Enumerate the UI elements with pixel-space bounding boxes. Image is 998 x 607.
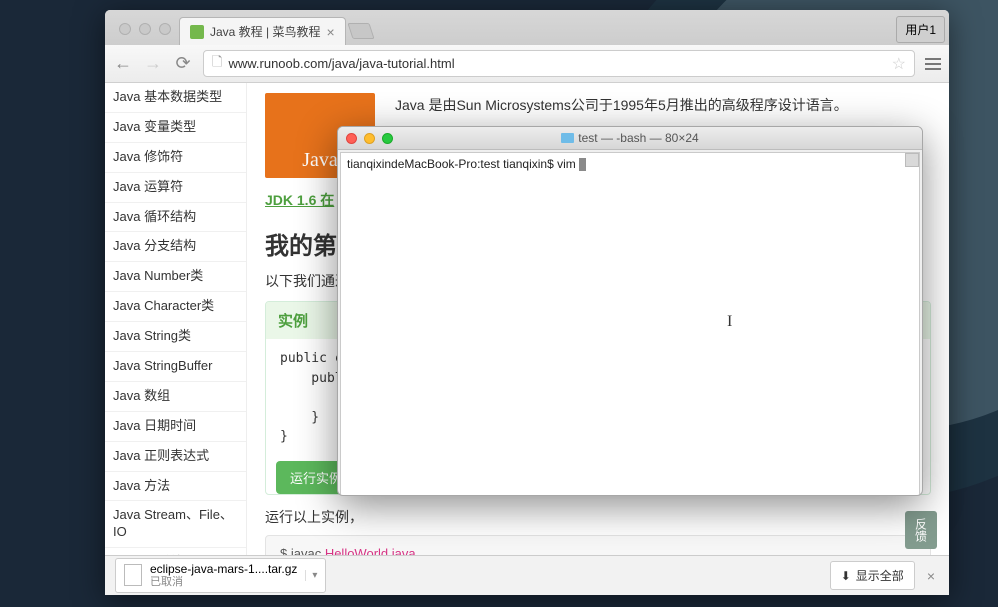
address-bar[interactable]: 🗋 www.runoob.com/java/java-tutorial.html… [203,50,915,77]
maximize-icon[interactable] [159,23,171,35]
cmd-prompt: $ javac [280,546,325,556]
maximize-icon[interactable] [382,133,393,144]
text-cursor-icon: I [727,313,732,331]
sidebar-item[interactable]: Java 方法 [105,472,246,502]
terminal-output-box: $ javac HelloWorld.java [265,535,931,556]
user-profile-button[interactable]: 用户1 [896,16,945,43]
result-text: 运行以上实例， [265,507,931,527]
browser-toolbar: ← → ⟳ 🗋 www.runoob.com/java/java-tutoria… [105,45,949,83]
minimize-icon[interactable] [364,133,375,144]
sidebar-item[interactable]: Java 日期时间 [105,412,246,442]
sidebar-item[interactable]: Java 正则表达式 [105,442,246,472]
sidebar-item[interactable]: Java 基本数据类型 [105,83,246,113]
terminal-traffic-lights[interactable] [346,133,393,144]
browser-tab[interactable]: Java 教程 | 菜鸟教程 × [179,17,346,45]
chevron-down-icon[interactable]: ▾ [305,570,317,581]
sidebar-item[interactable]: Java String类 [105,322,246,352]
terminal-window: test — -bash — 80×24 tianqixindeMacBook-… [337,126,923,496]
cmd-filename: HelloWorld.java [325,546,416,556]
close-downloads-bar-button[interactable]: × [923,568,939,584]
back-button[interactable]: ← [113,54,133,74]
feedback-button[interactable]: 反馈 [905,511,937,549]
sidebar-item[interactable]: Java Stream、File、IO [105,501,246,548]
sidebar-item[interactable]: Java 修饰符 [105,143,246,173]
sidebar-item[interactable]: Java 分支结构 [105,232,246,262]
folder-icon [561,133,574,143]
sidebar-item[interactable]: Java 变量类型 [105,113,246,143]
reload-button[interactable]: ⟳ [173,54,193,74]
download-arrow-icon: ⬇ [841,569,851,583]
terminal-titlebar[interactable]: test — -bash — 80×24 [338,127,922,150]
window-traffic-lights[interactable] [111,23,179,45]
show-all-downloads-button[interactable]: ⬇ 显示全部 [830,561,915,590]
terminal-cursor [579,158,586,171]
downloads-bar: eclipse-java-mars-1....tar.gz 已取消 ▾ ⬇ 显示… [105,555,949,595]
sidebar-nav: Java 基本数据类型 Java 变量类型 Java 修饰符 Java 运算符 … [105,83,247,555]
download-filename: eclipse-java-mars-1....tar.gz [150,562,297,576]
sidebar-item[interactable]: Java Character类 [105,292,246,322]
page-icon: 🗋 [212,53,222,75]
terminal-title: test — -bash — 80×24 [338,131,922,145]
forward-button[interactable]: → [143,54,163,74]
sidebar-item[interactable]: Java Number类 [105,262,246,292]
new-tab-button[interactable] [347,23,374,39]
favicon-icon [190,25,204,39]
tab-title: Java 教程 | 菜鸟教程 [210,23,320,40]
minimize-icon[interactable] [139,23,151,35]
url-text: www.runoob.com/java/java-tutorial.html [228,56,454,71]
sidebar-item[interactable]: Java 运算符 [105,173,246,203]
scrollbar-corner[interactable] [905,153,919,167]
sidebar-item[interactable]: Java 异常处理 [105,548,246,555]
file-icon [124,564,142,586]
bookmark-star-icon[interactable]: ☆ [892,54,906,74]
sidebar-item[interactable]: Java 循环结构 [105,203,246,233]
menu-button[interactable] [925,58,941,70]
terminal-prompt: tianqixindeMacBook-Pro:test tianqixin$ v… [347,157,579,171]
tab-strip: Java 教程 | 菜鸟教程 × 用户1 [105,10,949,45]
sidebar-item[interactable]: Java 数组 [105,382,246,412]
sidebar-item[interactable]: Java StringBuffer [105,352,246,382]
download-item[interactable]: eclipse-java-mars-1....tar.gz 已取消 ▾ [115,558,326,594]
tab-close-icon[interactable]: × [326,24,334,40]
terminal-body[interactable]: tianqixindeMacBook-Pro:test tianqixin$ v… [340,152,920,496]
download-status: 已取消 [150,576,297,589]
close-icon[interactable] [346,133,357,144]
close-icon[interactable] [119,23,131,35]
